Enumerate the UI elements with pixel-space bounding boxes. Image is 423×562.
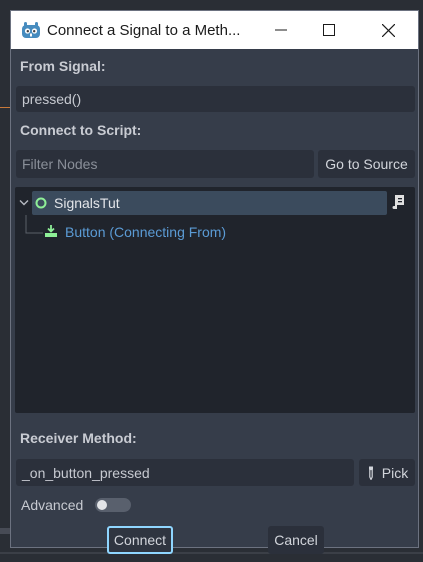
chevron-down-icon[interactable] (19, 199, 29, 207)
from-signal-field[interactable]: pressed() (16, 86, 415, 112)
pick-button-label: Pick (381, 464, 409, 481)
connect-button[interactable]: Connect (107, 526, 173, 554)
tree-row-signalstut[interactable]: SignalsTut (32, 191, 387, 215)
eyedropper-icon (368, 466, 373, 480)
cancel-button[interactable]: Cancel (268, 526, 324, 554)
tree-connector-line (25, 215, 43, 234)
script-icon[interactable] (392, 194, 406, 210)
pick-button[interactable]: Pick (359, 459, 415, 486)
background-scroll-mark (0, 528, 10, 534)
background-divider (0, 552, 423, 554)
connect-signal-dialog: Connect a Signal to a Meth... From Signa… (10, 10, 419, 554)
advanced-toggle-knob (97, 500, 107, 510)
advanced-toggle[interactable] (95, 498, 131, 512)
dialog-content: From Signal: pressed() Connect to Script… (11, 49, 418, 554)
title-bar[interactable]: Connect a Signal to a Meth... (11, 11, 418, 49)
tree-item-button-label[interactable]: Button (Connecting From) (65, 224, 226, 240)
minimize-button[interactable] (258, 11, 304, 49)
close-icon (381, 23, 395, 37)
close-button[interactable] (365, 11, 411, 49)
connect-to-script-label: Connect to Script: (20, 122, 142, 138)
window-title: Connect a Signal to a Meth... (47, 22, 241, 39)
receiver-method-input[interactable]: _on_button_pressed (16, 459, 354, 486)
scene-tree[interactable]: SignalsTut Button (Connecting From) (15, 187, 415, 413)
node-circle-icon (35, 197, 47, 209)
maximize-icon (323, 24, 335, 36)
advanced-label: Advanced (21, 497, 84, 513)
go-to-source-button[interactable]: Go to Source (318, 150, 415, 178)
tree-item-root-label: SignalsTut (54, 195, 120, 211)
maximize-button[interactable] (306, 11, 352, 49)
receiver-method-label: Receiver Method: (20, 430, 137, 446)
godot-icon (22, 22, 40, 38)
minimize-icon (275, 29, 287, 31)
from-signal-label: From Signal: (20, 58, 106, 74)
background-guide (0, 107, 10, 108)
filter-nodes-input[interactable]: Filter Nodes (16, 150, 314, 178)
button-node-icon (45, 225, 57, 237)
